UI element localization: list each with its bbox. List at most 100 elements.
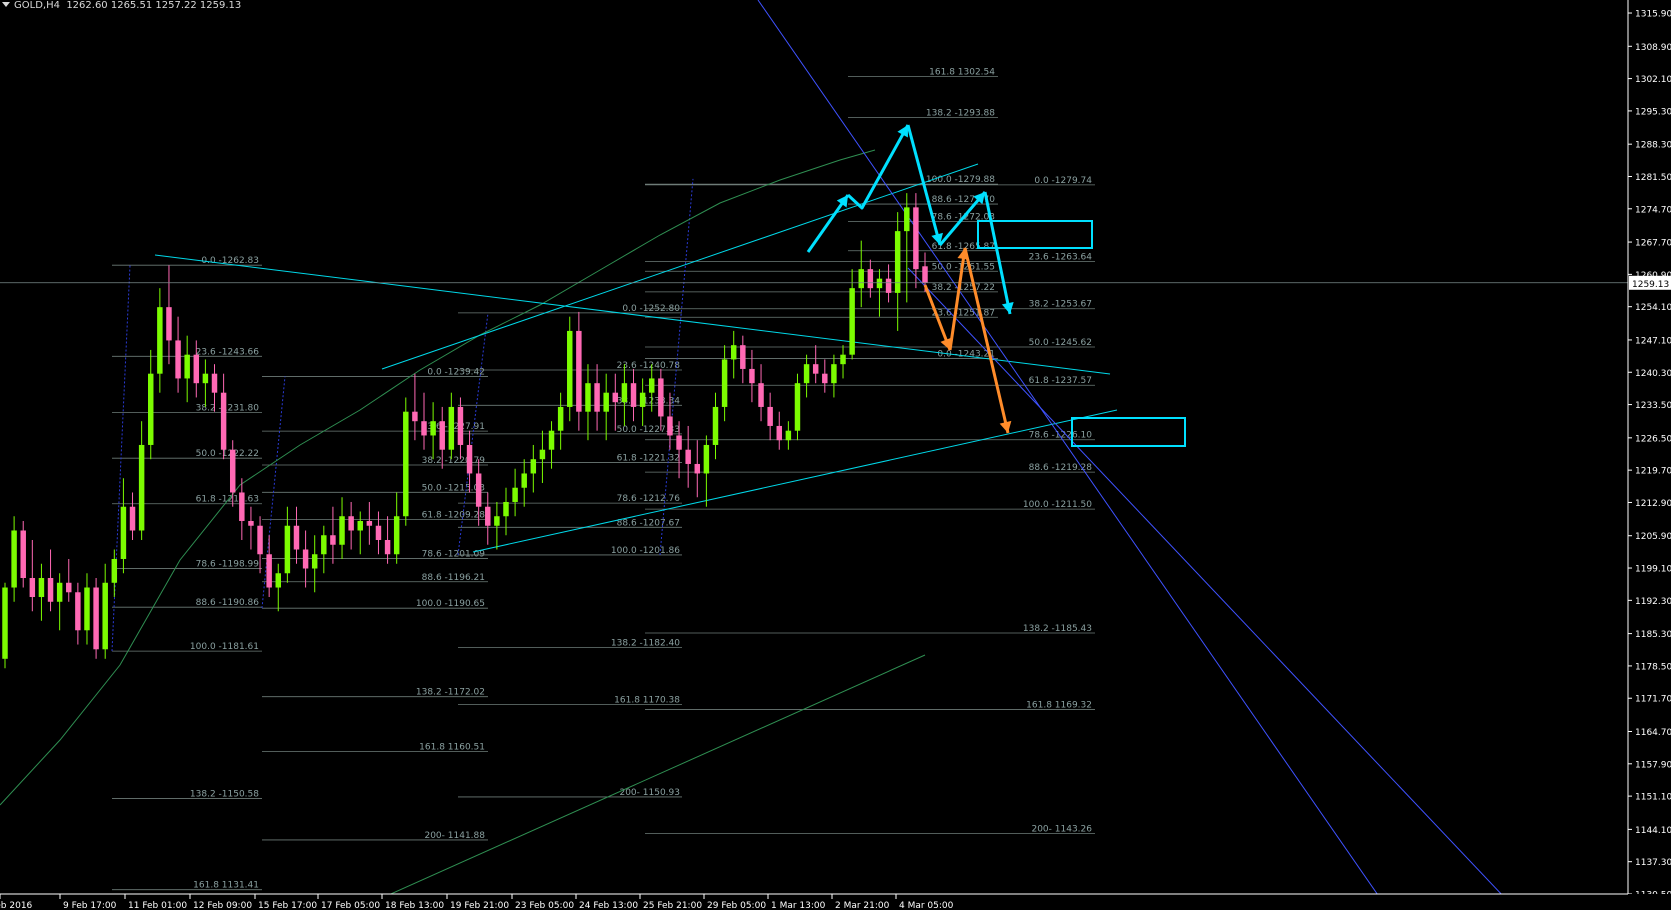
candle-body xyxy=(275,573,281,588)
fib-level-label: 200- 1150.93 xyxy=(619,788,680,798)
candle-body xyxy=(220,392,227,450)
candle-body xyxy=(904,207,910,232)
candle-body xyxy=(129,506,136,531)
candle-body xyxy=(785,430,792,441)
channel-line-upper xyxy=(757,0,1381,899)
symbol-label: GOLD,H4 xyxy=(14,0,60,11)
candle-body xyxy=(612,392,619,403)
candle-body xyxy=(38,578,45,598)
price-tick-label: 1144.10 xyxy=(1635,826,1671,836)
candle-body xyxy=(703,444,710,474)
candle-body xyxy=(56,582,63,602)
fib-level-label: 23.6 -1251.87 xyxy=(932,308,995,318)
candle-body xyxy=(211,373,218,393)
candle-body xyxy=(885,278,892,293)
candle-body xyxy=(530,459,537,474)
candle-body xyxy=(548,430,555,450)
fib-level-label: 161.8 1302.54 xyxy=(929,68,995,78)
fib-level-label: 78.6 -1198.99 xyxy=(196,560,260,570)
fib-level-label: 38.2 -1253.67 xyxy=(1029,300,1092,310)
fib-level-label: 100.0 -1201.86 xyxy=(611,546,680,556)
fib-level-label: 50.0 -1222.22 xyxy=(196,449,259,459)
candle-body xyxy=(876,278,883,289)
candle-body xyxy=(166,307,172,341)
chart-window[interactable]: 0.0 -1262.83 23.6 -1243.66 38.2 -1231.80 50… xyxy=(0,0,1671,910)
fib-level-label: 61.8 -1237.57 xyxy=(1029,376,1092,386)
candle-body xyxy=(66,582,72,593)
price-tick-label: 1219.70 xyxy=(1635,467,1671,477)
candle-body xyxy=(102,582,108,650)
price-tick-label: 1205.90 xyxy=(1635,532,1671,542)
time-tick-label: 18 Feb 13:00 xyxy=(385,901,444,910)
fib-level-label: 161.8 1160.51 xyxy=(419,742,485,752)
time-tick-label: 2 Mar 21:00 xyxy=(835,901,890,910)
candle-body xyxy=(594,383,600,412)
time-tick-label: 1 Mar 13:00 xyxy=(771,901,826,910)
fib-level-label: 200- 1141.88 xyxy=(424,831,485,841)
blue-projection-arrow xyxy=(983,191,1012,315)
fib-level-label: 78.6 -1212.76 xyxy=(617,494,681,504)
candle-body xyxy=(649,378,655,393)
candle-body xyxy=(730,345,737,360)
candle-body xyxy=(403,411,409,517)
candle-body xyxy=(148,373,154,445)
candle-body xyxy=(339,516,345,545)
candle-body xyxy=(248,520,254,526)
fib-level-label: 23.6 -1263.64 xyxy=(1029,252,1093,262)
candle-body xyxy=(439,421,445,450)
candle-body xyxy=(84,587,90,631)
candle-body xyxy=(922,266,928,283)
price-tick-label: 1267.70 xyxy=(1635,239,1671,249)
candle-body xyxy=(803,364,810,384)
candle-body xyxy=(457,406,464,445)
price-tick-label: 1295.30 xyxy=(1635,107,1671,117)
candle-body xyxy=(93,587,99,650)
time-tick-label: 25 Feb 21:00 xyxy=(643,901,702,910)
support-trendline xyxy=(472,409,1118,553)
candle-body xyxy=(913,207,919,270)
candle-body xyxy=(257,525,263,555)
candle-body xyxy=(567,330,573,407)
price-tick-label: 1254.10 xyxy=(1635,303,1671,313)
fib-level-label: 23.6 -1243.66 xyxy=(196,347,260,357)
fib-level-label: 38.2 -1220.79 xyxy=(422,456,486,466)
candle-body xyxy=(302,549,309,569)
time-tick-label: 29 Feb 05:00 xyxy=(707,901,766,910)
candle-body xyxy=(466,444,473,474)
price-chart[interactable]: 0.0 -1262.8323.6 -1243.6638.2 -1231.8050… xyxy=(0,0,1671,910)
fib-level-label: 88.6 -1207.67 xyxy=(617,518,680,528)
candle-body xyxy=(375,525,382,540)
candle-body xyxy=(630,383,637,407)
candle-body xyxy=(202,373,209,384)
fib-level-label: 0.0 -1279.74 xyxy=(1034,176,1092,186)
candle-body xyxy=(849,288,855,355)
fib-level-label: 161.8 1131.41 xyxy=(193,881,259,891)
candle-body xyxy=(894,231,901,293)
candle-body xyxy=(29,578,36,598)
candle-body xyxy=(157,307,163,374)
candle-body xyxy=(2,587,8,659)
fib-level-label: 100.0 -1190.65 xyxy=(416,599,485,609)
price-tick-label: 1157.90 xyxy=(1635,760,1671,770)
candle-body xyxy=(512,487,518,502)
candle-body xyxy=(603,392,609,412)
fib-level-label: 50.0 -1215.03 xyxy=(422,483,485,493)
price-tick-label: 1281.50 xyxy=(1635,173,1671,183)
fib-level-label: 100.0 -1211.50 xyxy=(1023,500,1092,510)
time-tick-label: 17 Feb 05:00 xyxy=(321,901,380,910)
dropdown-triangle-icon[interactable] xyxy=(2,2,10,7)
price-tick-label: 1199.10 xyxy=(1635,565,1671,575)
candle-body xyxy=(393,516,400,555)
price-tick-label: 1185.30 xyxy=(1635,630,1671,640)
candle-body xyxy=(758,383,764,407)
candle-body xyxy=(284,525,291,574)
price-tick-label: 1302.10 xyxy=(1635,75,1671,85)
candle-body xyxy=(111,559,118,583)
candle-body xyxy=(749,368,755,384)
candle-body xyxy=(576,330,582,412)
candle-body xyxy=(266,554,272,588)
fib-level-label: 50.0 -1245.62 xyxy=(1029,338,1092,348)
ohlc-readout: 1262.60 1265.51 1257.22 1259.13 xyxy=(66,0,242,11)
candle-body xyxy=(776,425,782,441)
candle-body xyxy=(858,269,864,289)
